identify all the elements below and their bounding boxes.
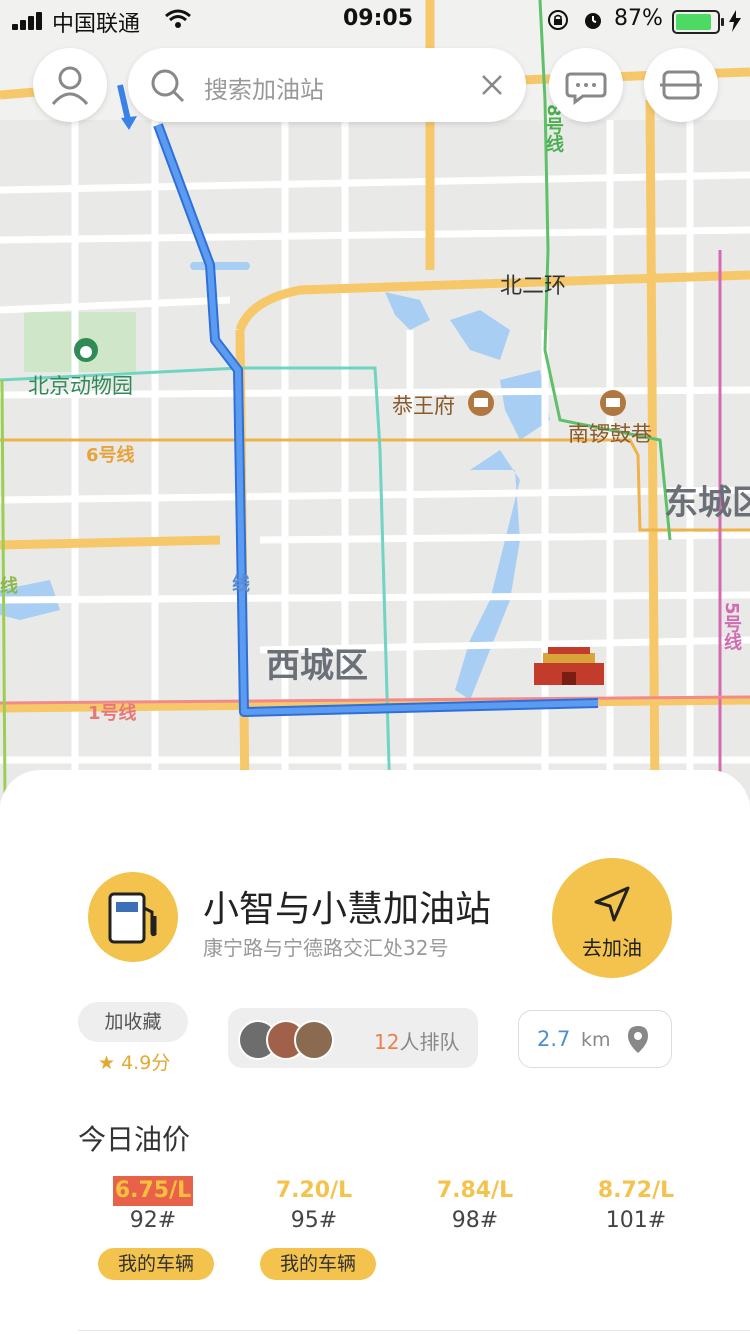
price-value: 6.75/L [112,1176,194,1206]
search-input[interactable]: 搜索加油站 [204,70,324,105]
map-label-line4: 线 [232,574,250,595]
avatar [294,1020,334,1060]
clock-time: 09:05 [343,6,414,31]
add-favorite-button[interactable]: 加收藏 [78,1002,188,1042]
map-label-xicheng: 西城区 [266,646,368,686]
scan-icon [660,70,702,100]
map-label-dongcheng: 东城区 [664,483,750,523]
signal-icon [12,12,46,30]
price-item-95[interactable]: 7.20/L 95# [239,1176,389,1233]
map-label-ring-road: 北二环 [500,274,567,299]
search-icon [151,69,185,103]
map-label-line6: 6号线 [86,445,135,466]
map-label-line1: 1号线 [88,703,137,724]
my-vehicle-badge: 我的车辆 [98,1248,214,1280]
battery-icon [672,10,724,34]
fuel-grade: 98# [451,1208,499,1233]
carrier-name: 中国联通 [52,12,141,37]
station-name: 小智与小慧加油站 [203,889,492,930]
rating-value: 4.9分 [121,1052,171,1074]
fuel-pump-icon [108,892,157,944]
fuel-grade: 92# [129,1208,177,1233]
distance-value: 2.7 [537,1027,571,1051]
location-pin-icon [628,1026,648,1053]
chat-bubble-icon [565,72,607,105]
queue-label: 人排队 [399,1030,460,1054]
charging-bolt-icon [729,10,741,32]
rotation-lock-icon [548,10,568,30]
clear-search-icon[interactable] [480,73,504,97]
user-icon [51,66,89,106]
go-refuel-label: 去加油 [582,936,642,960]
my-vehicle-badge: 我的车辆 [260,1248,376,1280]
map-label-zoo: 北京动物园 [28,374,133,398]
rating: ★ 4.9分 [98,1048,170,1075]
today-price-title: 今日油价 [78,1123,191,1156]
map-label-line9: 线 [0,576,18,597]
price-value: 7.20/L [275,1178,353,1203]
alarm-icon [585,13,601,29]
messages-button[interactable] [549,48,623,122]
queue-info[interactable]: 12人排队 [228,1008,478,1068]
battery-percent: 87% [614,6,663,31]
queue-count: 12 [374,1030,400,1054]
map-label-line5: 5号线 [721,602,742,651]
map-label-nanluoguxiang: 南锣鼓巷 [568,422,652,446]
price-value: 8.72/L [597,1178,675,1203]
fuel-grade: 95# [290,1208,338,1233]
profile-button[interactable] [33,48,107,122]
star-icon: ★ [98,1052,116,1074]
scan-button[interactable] [644,48,718,122]
map-label-gongwangfu: 恭王府 [392,394,455,418]
distance-info[interactable]: 2.7 km [518,1010,672,1068]
station-address: 康宁路与宁德路交汇处32号 [203,936,449,960]
wifi-icon [165,9,191,28]
go-refuel-button[interactable]: 去加油 [552,858,672,978]
price-item-92[interactable]: 6.75/L 92# [78,1176,228,1233]
price-item-101[interactable]: 8.72/L 101# [561,1176,711,1233]
distance-unit: km [581,1029,611,1051]
price-item-98[interactable]: 7.84/L 98# [400,1176,550,1233]
navigation-arrow-icon [594,886,630,922]
gas-station-avatar [88,872,178,962]
search-bar[interactable]: 搜索加油站 [128,48,526,122]
status-bar: 中国联通 09:05 87% [0,0,750,40]
price-value: 7.84/L [436,1178,514,1203]
fuel-grade: 101# [605,1208,667,1233]
divider [78,1330,750,1331]
